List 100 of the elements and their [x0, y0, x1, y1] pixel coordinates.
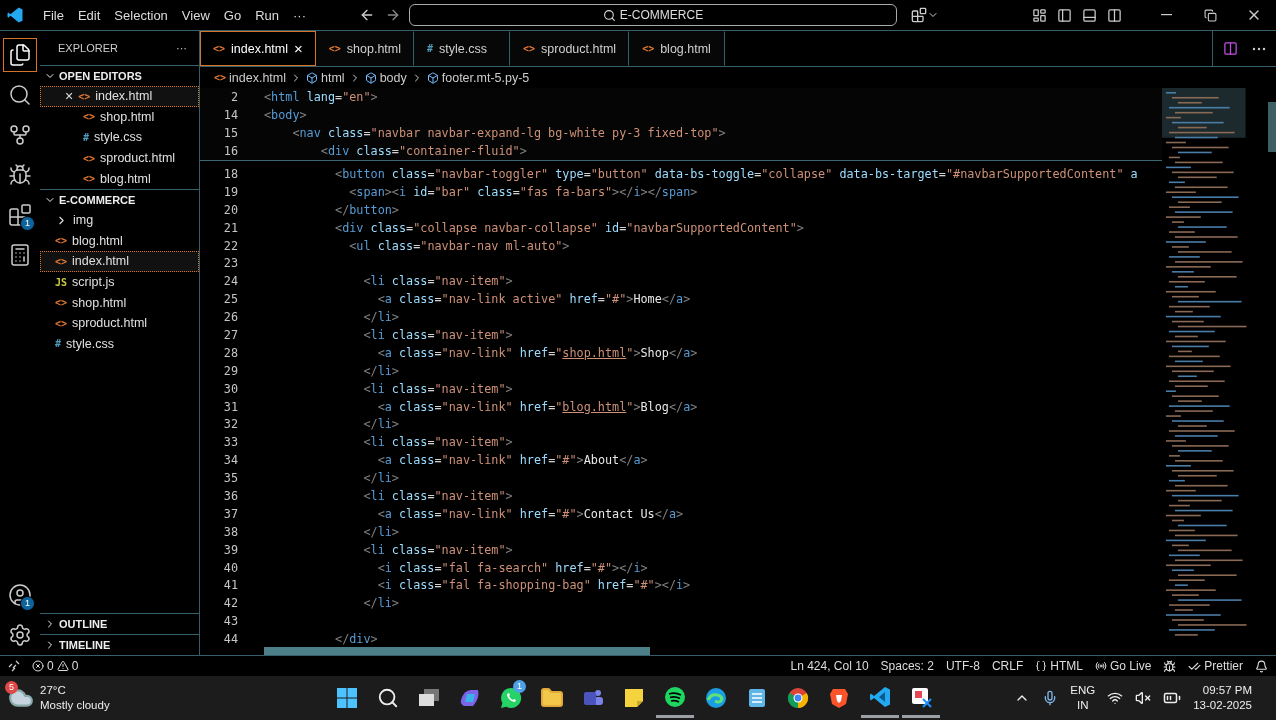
- vertical-scrollbar[interactable]: [1268, 102, 1276, 152]
- activity-button[interactable]: 1: [3, 195, 37, 235]
- remote-icon: [8, 660, 20, 672]
- code-line: </button>: [334, 202, 399, 217]
- status-item[interactable]: CRLF: [991, 659, 1024, 673]
- menu-item[interactable]: View: [174, 7, 217, 23]
- tab-label: blog.html: [660, 41, 711, 56]
- section-header[interactable]: OPEN EDITORS: [40, 66, 199, 86]
- code-icon: [868, 684, 892, 709]
- note-icon: [622, 686, 646, 710]
- line-number: 2: [229, 90, 238, 104]
- menu-item[interactable]: Selection: [107, 7, 175, 23]
- panel-toggle[interactable]: [1082, 7, 1097, 23]
- menu-item[interactable]: File: [36, 7, 71, 23]
- horizontal-scrollbar[interactable]: [264, 647, 650, 655]
- file-name: blog.html: [100, 171, 151, 186]
- line-number: 28: [222, 345, 238, 360]
- file-name: img: [73, 213, 94, 228]
- blocks-icon: [8, 203, 32, 227]
- tab-label: shop.html: [346, 41, 402, 56]
- close-tab-button[interactable]: ×: [294, 40, 303, 57]
- file-name: blog.html: [72, 233, 123, 248]
- cube-icon: [306, 71, 319, 84]
- file-name: shop.html: [72, 295, 127, 310]
- clock[interactable]: 09:57 PM 13-02-2025: [1193, 683, 1252, 713]
- sidebar-toggle[interactable]: [1057, 7, 1072, 23]
- file-type-icon: <>: [55, 255, 68, 267]
- arrow-right-icon: [385, 7, 401, 23]
- editor-tab[interactable]: <> index.html ×: [200, 31, 316, 66]
- secondary-sidebar-toggle[interactable]: [1107, 7, 1122, 23]
- back-button[interactable]: [359, 7, 375, 23]
- menu-item[interactable]: ···: [286, 7, 313, 23]
- prettier-status[interactable]: Prettier: [1188, 659, 1243, 673]
- section-header[interactable]: OUTLINE: [40, 614, 199, 634]
- search-icon: [602, 8, 616, 22]
- breadcrumb-item[interactable]: body: [364, 70, 407, 85]
- problems-status[interactable]: 0 0: [32, 659, 79, 673]
- code-line: </li>: [362, 524, 399, 539]
- cube-icon: [364, 71, 377, 84]
- line-number: 20: [222, 202, 238, 217]
- remote-button[interactable]: [8, 660, 20, 672]
- menu-item[interactable]: Edit: [70, 7, 108, 23]
- file-name: sproduct.html: [100, 151, 176, 166]
- editor-tab[interactable]: # style.css: [414, 31, 511, 66]
- file-name: script.js: [72, 275, 115, 290]
- activity-button[interactable]: [3, 38, 37, 72]
- menu-item[interactable]: Go: [216, 7, 249, 23]
- status-item[interactable]: Spaces: 2: [880, 659, 934, 673]
- file-type-icon: <>: [213, 43, 226, 54]
- notifications-button[interactable]: [1255, 659, 1268, 673]
- settings-icon: [8, 623, 32, 647]
- breadcrumb-item[interactable]: html: [306, 70, 345, 85]
- explorer-row[interactable]: <> index.html: [40, 251, 199, 272]
- wave-circle-icon: [704, 686, 728, 710]
- more-button[interactable]: ···: [176, 42, 187, 54]
- editor-tab[interactable]: <> sproduct.html: [510, 31, 630, 66]
- layout-button[interactable]: [1032, 7, 1047, 23]
- activity-button[interactable]: 1: [3, 575, 37, 615]
- line-number: 15: [222, 126, 238, 140]
- command-center[interactable]: E-COMMERCE: [409, 4, 897, 26]
- copilot-button[interactable]: [911, 7, 939, 23]
- close-editor-button[interactable]: ×: [65, 88, 74, 105]
- sound-waves-icon: [663, 684, 687, 709]
- line-number: 35: [222, 471, 238, 486]
- section-header[interactable]: TIMELINE: [40, 635, 199, 655]
- warning-icon: [56, 660, 69, 672]
- input-language[interactable]: ENG IN: [1070, 683, 1096, 713]
- error-icon: [32, 660, 44, 672]
- editor-tab[interactable]: <> shop.html: [315, 31, 415, 66]
- columns-icon: [1223, 41, 1238, 56]
- section-header[interactable]: E-COMMERCE: [40, 189, 199, 210]
- code-line: <a class="nav-link" href="#">Contact Us</a>: [376, 506, 684, 521]
- status-item[interactable]: UTF-8: [945, 659, 980, 673]
- cube-icon: [426, 71, 439, 84]
- code-line: <li class="nav-item">: [362, 381, 513, 396]
- go-live-button[interactable]: Go Live: [1094, 659, 1152, 673]
- breadcrumb-item[interactable]: footer.mt-5.py-5: [426, 70, 530, 85]
- line-number: 44: [222, 632, 238, 647]
- editor-tab[interactable]: <> blog.html: [629, 31, 726, 66]
- warning-count: 0: [71, 659, 79, 673]
- code-line: </li>: [362, 363, 399, 378]
- code-line: </li>: [362, 417, 399, 432]
- split-editor-button[interactable]: [1223, 41, 1238, 56]
- breadcrumb-item[interactable]: <> index.html: [214, 70, 287, 85]
- line-number: 18: [222, 166, 238, 181]
- file-name: style.css: [66, 336, 114, 351]
- language-mode[interactable]: HTML: [1035, 659, 1083, 673]
- error-count: 0: [47, 659, 54, 673]
- file-type-icon: #: [83, 132, 90, 143]
- file-name: shop.html: [100, 109, 155, 124]
- menu-item[interactable]: Run: [248, 7, 286, 23]
- explorer-row[interactable]: × <> index.html: [40, 86, 199, 107]
- muted-speaker-icon[interactable]: [1135, 690, 1152, 706]
- more-actions-button[interactable]: [1252, 46, 1266, 51]
- forward-button[interactable]: [385, 7, 401, 23]
- status-item[interactable]: Ln 424, Col 10: [790, 659, 869, 673]
- line-number: 36: [222, 488, 238, 503]
- file-type-icon: <>: [83, 152, 96, 164]
- restore-icon: [1203, 8, 1217, 22]
- wifi-icon[interactable]: [1107, 690, 1124, 706]
